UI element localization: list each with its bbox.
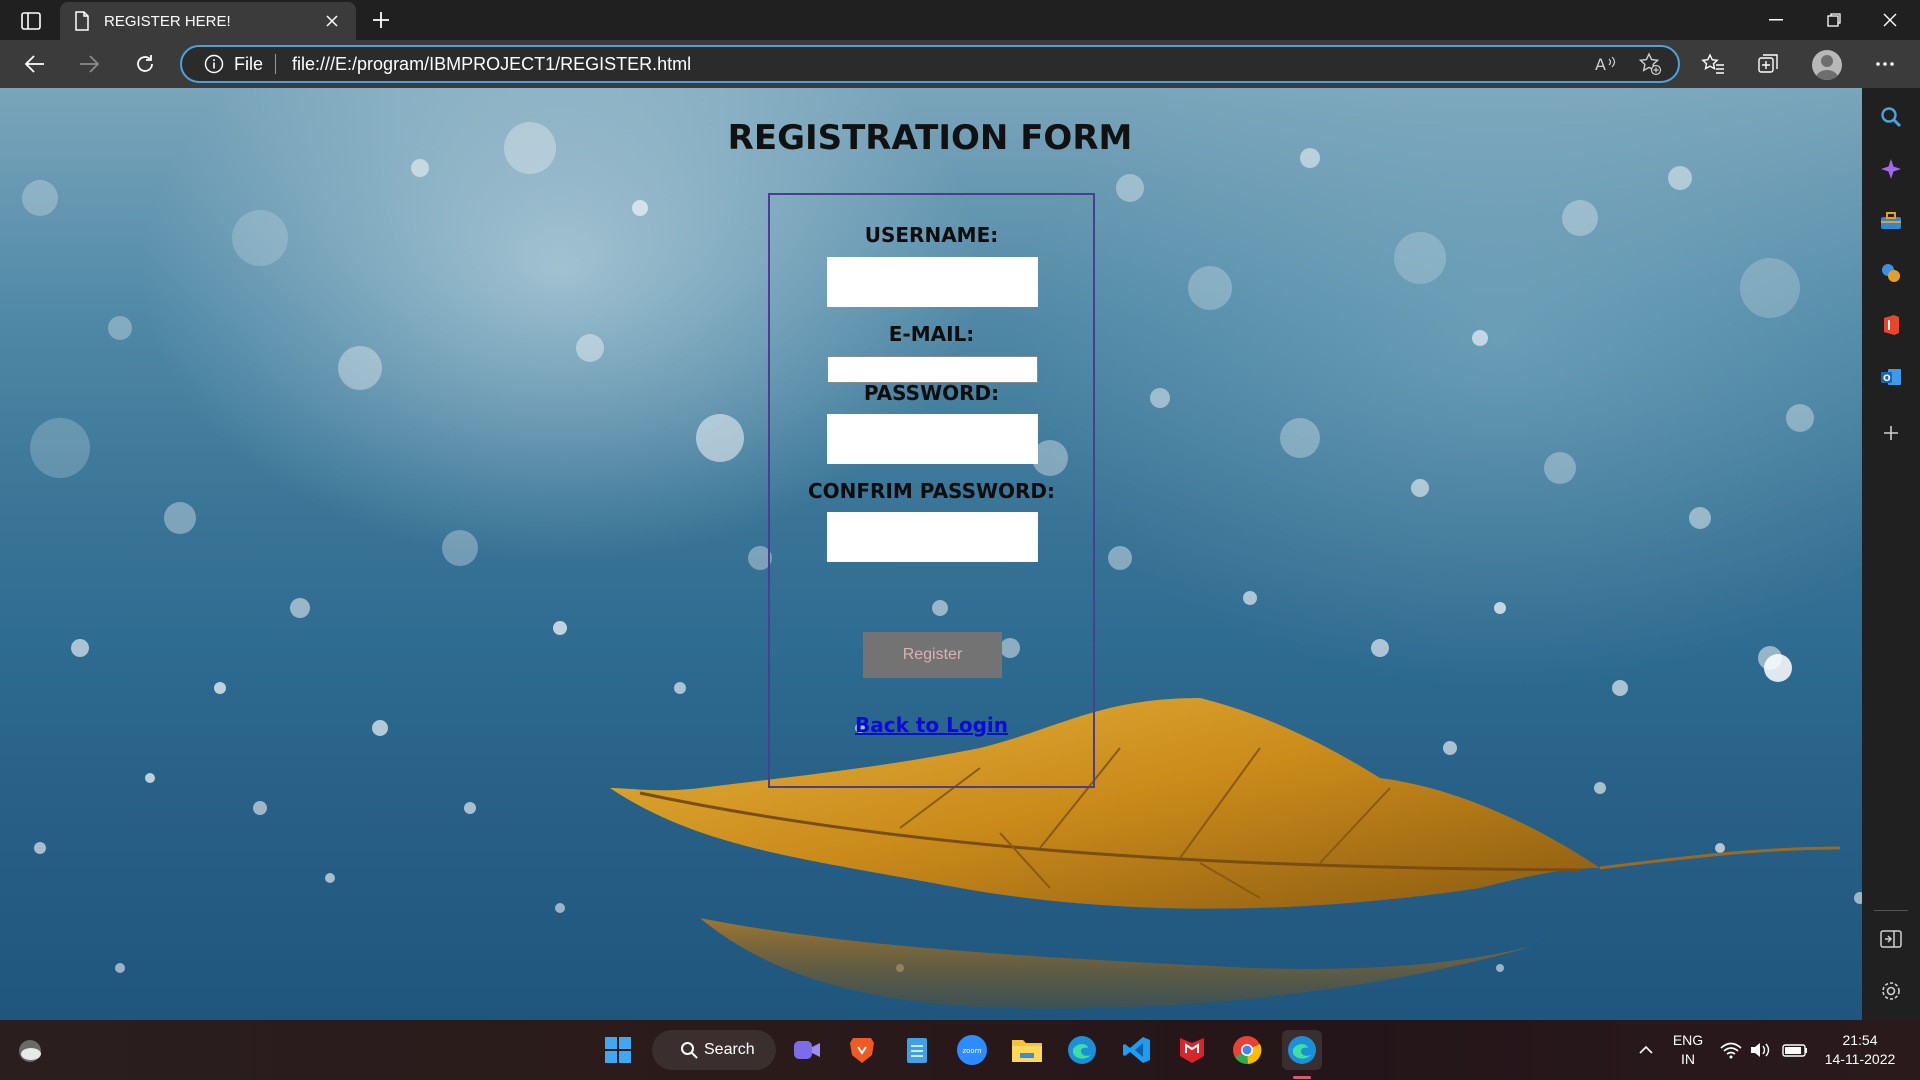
chrome-icon[interactable] — [1227, 1030, 1267, 1070]
tab-title: REGISTER HERE! — [104, 12, 231, 30]
tools-icon[interactable] — [1876, 206, 1906, 236]
address-separator — [275, 54, 277, 74]
password-label: PASSWORD: — [863, 381, 1000, 405]
mcafee-icon[interactable] — [1172, 1030, 1212, 1070]
password-input[interactable] — [827, 414, 1038, 464]
wifi-icon — [1720, 1042, 1742, 1059]
office-icon[interactable] — [1876, 310, 1906, 340]
confirm-password-label: CONFRIM PASSWORD: — [807, 479, 1056, 503]
clock-time: 21:54 — [1842, 1032, 1878, 1048]
clock[interactable]: 21:54 14-11-2022 — [1818, 1031, 1902, 1069]
username-label: USERNAME: — [864, 223, 999, 247]
edge-icon[interactable] — [1062, 1030, 1102, 1070]
taskbar-search[interactable]: Search — [652, 1030, 776, 1070]
games-icon[interactable] — [1876, 258, 1906, 288]
new-tab-icon[interactable] — [368, 7, 394, 33]
language-code: ENG — [1672, 1032, 1704, 1048]
vscode-icon[interactable] — [1117, 1030, 1157, 1070]
taskbar-search-label: Search — [704, 1041, 755, 1058]
favorites-icon[interactable] — [1696, 48, 1730, 80]
url-scheme: File — [234, 53, 264, 74]
email-input[interactable] — [827, 356, 1038, 383]
windows-taskbar: Search zoom ENG IN 21:54 14-11-2022 — [0, 1020, 1920, 1080]
document-icon — [75, 11, 89, 31]
close-window-icon[interactable] — [1862, 0, 1918, 40]
address-bar[interactable]: File file:///E:/program/IBMPROJECT1/REGI… — [180, 45, 1680, 83]
profile-avatar[interactable] — [1812, 50, 1842, 80]
tab-actions-icon[interactable] — [16, 8, 46, 34]
hide-sidebar-icon[interactable] — [1876, 924, 1906, 954]
minimize-icon[interactable] — [1748, 0, 1804, 40]
edge-active-icon[interactable] — [1282, 1030, 1322, 1070]
volume-icon — [1751, 1043, 1770, 1057]
page-title: REGISTRATION FORM — [727, 118, 1133, 158]
svg-text:zoom: zoom — [962, 1047, 981, 1055]
language-indicator[interactable]: ENG IN — [1668, 1031, 1708, 1069]
outlook-icon[interactable]: O — [1876, 362, 1906, 392]
copilot-icon[interactable] — [1876, 154, 1906, 184]
url-text[interactable]: file:///E:/program/IBMPROJECT1/REGISTER.… — [292, 54, 1590, 75]
svg-text:O: O — [1883, 374, 1891, 384]
sidebar-settings-icon[interactable] — [1876, 976, 1906, 1006]
page-viewport: REGISTRATION FORM USERNAME: E-MAIL: PASS… — [0, 88, 1862, 1020]
active-app-indicator — [1293, 1076, 1311, 1079]
collections-icon[interactable] — [1752, 48, 1786, 80]
close-tab-icon[interactable] — [322, 11, 342, 31]
clock-date: 14-11-2022 — [1824, 1051, 1896, 1067]
taskbar-search-icon — [681, 1042, 698, 1059]
zoom-icon[interactable]: zoom — [952, 1030, 992, 1070]
start-icon[interactable] — [598, 1030, 638, 1070]
more-options-icon[interactable] — [1868, 48, 1902, 80]
battery-icon — [1782, 1044, 1807, 1057]
read-aloud-icon[interactable]: A — [1590, 48, 1622, 80]
add-favorite-icon[interactable] — [1634, 48, 1666, 80]
register-button[interactable]: Register — [863, 632, 1002, 678]
active-tab[interactable]: REGISTER HERE! — [60, 2, 356, 40]
restore-icon[interactable] — [1806, 0, 1862, 40]
system-tray[interactable] — [1714, 1030, 1820, 1070]
svg-text:A: A — [1595, 55, 1606, 74]
meet-icon[interactable] — [787, 1030, 827, 1070]
site-info-icon[interactable] — [204, 54, 224, 74]
add-sidebar-app-icon[interactable] — [1876, 418, 1906, 448]
weather-icon[interactable] — [10, 1030, 50, 1070]
forward-icon[interactable] — [72, 48, 106, 80]
sidebar-divider — [1874, 910, 1908, 911]
notepad-icon[interactable] — [897, 1030, 937, 1070]
username-input[interactable] — [827, 257, 1038, 307]
region-code: IN — [1681, 1051, 1695, 1067]
file-explorer-icon[interactable] — [1007, 1030, 1047, 1070]
search-icon[interactable] — [1876, 102, 1906, 132]
brave-icon[interactable] — [842, 1030, 882, 1070]
back-to-login-link[interactable]: Back to Login — [770, 713, 1093, 737]
confirm-password-input[interactable] — [827, 512, 1038, 562]
email-label: E-MAIL: — [888, 322, 975, 346]
browser-tab-bar: REGISTER HERE! — [0, 0, 1920, 40]
registration-form: USERNAME: E-MAIL: PASSWORD: CONFRIM PASS… — [768, 193, 1095, 788]
browser-toolbar: File file:///E:/program/IBMPROJECT1/REGI… — [0, 40, 1920, 88]
refresh-icon[interactable] — [128, 48, 162, 80]
edge-sidebar: O — [1862, 88, 1920, 1020]
show-hidden-icons-chevron-icon[interactable] — [1626, 1030, 1666, 1070]
back-icon[interactable] — [18, 48, 52, 80]
